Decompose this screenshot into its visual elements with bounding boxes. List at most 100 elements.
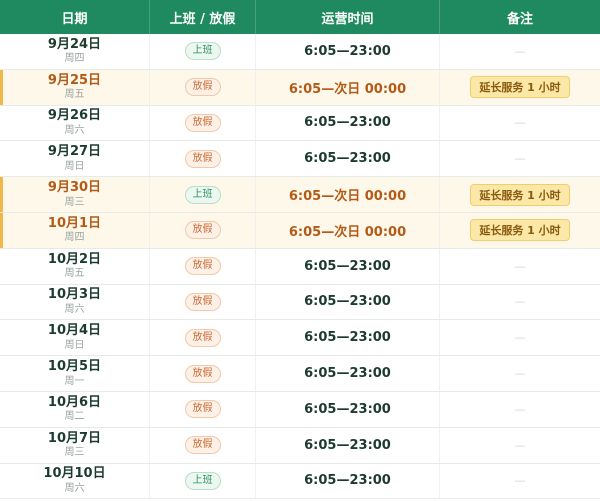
operating-hours-text: 6:05—23:00 (304, 330, 391, 346)
hours-cell: 6:05—次日 00:00 (256, 177, 440, 212)
note-empty-dash: — (514, 331, 526, 345)
hours-cell: 6:05—23:00 (256, 284, 440, 320)
extended-service-badge: 延长服务 1 小时 (470, 219, 570, 242)
operating-hours-text: 6:05—23:00 (304, 437, 391, 453)
date-text: 9月25日 (47, 72, 102, 88)
date-cell: 10月7日 周三 (0, 427, 150, 463)
note-empty-dash: — (514, 438, 526, 452)
status-cell: 放假 (150, 356, 256, 391)
note-cell: 延长服务 1 小时 (440, 213, 600, 248)
hours-cell: 6:05—23:00 (256, 463, 440, 499)
date-text: 10月1日 (47, 215, 102, 231)
table-row: 10月10日 周六 上班 6:05—23:00 — (0, 463, 600, 500)
note-cell: — (440, 285, 600, 320)
note-cell: — (440, 106, 600, 141)
note-empty-dash: — (514, 259, 526, 273)
hours-cell: 6:05—23:00 (256, 34, 440, 69)
status-badge: 放假 (184, 436, 221, 455)
date-text: 9月24日 (47, 36, 102, 52)
status-badge: 放假 (184, 78, 221, 97)
date-text: 10月3日 (47, 287, 102, 303)
table-row: 10月6日 周二 放假 6:05—23:00 — (0, 391, 600, 428)
hours-cell: 6:05—23:00 (256, 248, 440, 284)
date-cell: 9月30日 周三 (0, 177, 150, 212)
table-row: 10月4日 周日 放假 6:05—23:00 — (0, 320, 600, 357)
table-row: 9月26日 周六 放假 6:05—23:00 — (0, 105, 600, 142)
status-cell: 放假 (150, 427, 256, 463)
hours-cell: 6:05—23:00 (256, 356, 440, 391)
table-header: 日期 上班 / 放假 运营时间 备注 (0, 0, 600, 34)
date-text: 9月30日 (47, 180, 102, 196)
note-cell: 延长服务 1 小时 (440, 70, 600, 105)
operating-hours-text: 6:05—23:00 (304, 115, 391, 131)
status-badge: 上班 (184, 471, 221, 490)
date-cell: 10月3日 周六 (0, 284, 150, 320)
status-badge: 放假 (184, 328, 221, 347)
weekday-text: 周六 (64, 125, 85, 137)
table-body: 9月24日 周四 上班 6:05—23:00—9月25日 周五 放假 6:05—次日 00:… (0, 34, 600, 500)
date-text: 10月5日 (47, 359, 102, 374)
schedule-table: 日期 上班 / 放假 运营时间 备注 9月24日 周四 上班 6:05—23:00—9… (0, 0, 600, 502)
status-cell: 放假 (150, 248, 256, 284)
status-cell: 放假 (150, 141, 256, 177)
date-text: 9月26日 (47, 108, 102, 124)
date-text: 9月27日 (47, 144, 102, 160)
extended-service-badge: 延长服务 1 小时 (470, 76, 570, 99)
weekday-text: 周三 (64, 447, 85, 459)
status-badge: 放假 (184, 400, 221, 419)
operating-hours-text: 6:05—次日 00:00 (288, 224, 407, 240)
note-cell: — (440, 249, 600, 284)
table-row: 10月7日 周三 放假 6:05—23:00 — (0, 427, 600, 464)
note-cell: — (440, 356, 600, 391)
table-row: 9月30日 周三 上班 6:05—次日 00:00 延长服务 1 小时 (0, 177, 600, 213)
note-empty-dash: — (514, 474, 526, 488)
status-cell: 放假 (150, 105, 256, 141)
note-empty-dash: — (514, 402, 526, 416)
status-cell: 放假 (150, 212, 256, 248)
hours-cell: 6:05—23:00 (256, 391, 440, 427)
note-cell: — (440, 320, 600, 355)
weekday-text: 周四 (64, 232, 85, 244)
operating-hours-text: 6:05—次日 00:00 (288, 189, 407, 205)
note-cell: — (440, 141, 600, 176)
note-cell: — (440, 464, 600, 499)
note-empty-dash: — (514, 116, 526, 130)
status-badge: 放假 (184, 221, 221, 240)
table-row: 10月2日 周五 放假 6:05—23:00 — (0, 248, 600, 285)
weekday-text: 周六 (64, 483, 85, 495)
hours-cell: 6:05—次日 00:00 (256, 69, 440, 105)
status-cell: 放假 (150, 284, 256, 320)
hours-cell: 6:05—23:00 (256, 105, 440, 141)
status-cell: 放假 (150, 320, 256, 356)
date-text: 10月4日 (47, 323, 102, 339)
hours-cell: 6:05—23:00 (256, 427, 440, 463)
date-cell: 9月25日 周五 (0, 69, 150, 105)
note-cell: — (440, 392, 600, 427)
note-cell: — (440, 428, 600, 463)
status-badge: 上班 (184, 185, 221, 204)
weekday-text: 周三 (64, 196, 85, 208)
operating-hours-text: 6:05—次日 00:00 (288, 81, 407, 97)
weekday-text: 周一 (64, 375, 85, 387)
extended-service-badge: 延长服务 1 小时 (470, 183, 570, 206)
date-cell: 9月26日 周六 (0, 105, 150, 141)
header-note: 备注 (506, 11, 533, 27)
status-cell: 上班 (150, 34, 256, 69)
weekday-text: 周二 (64, 411, 85, 423)
date-cell: 10月1日 周四 (0, 212, 150, 248)
hours-cell: 6:05—23:00 (256, 320, 440, 356)
status-badge: 上班 (184, 42, 221, 61)
date-text: 10月7日 (47, 430, 102, 446)
date-cell: 10月4日 周日 (0, 320, 150, 356)
date-cell: 9月27日 周日 (0, 141, 150, 177)
table-row: 10月5日 周一 放假 6:05—23:00 — (0, 356, 600, 392)
weekday-text: 周五 (64, 268, 85, 280)
note-empty-dash: — (514, 367, 526, 381)
operating-hours-text: 6:05—23:00 (304, 258, 391, 274)
date-cell: 10月5日 周一 (0, 356, 150, 391)
weekday-text: 周日 (64, 339, 85, 351)
status-badge: 放假 (184, 364, 221, 383)
status-cell: 上班 (150, 463, 256, 499)
hours-cell: 6:05—23:00 (256, 141, 440, 177)
header-status: 上班 / 放假 (150, 0, 256, 34)
